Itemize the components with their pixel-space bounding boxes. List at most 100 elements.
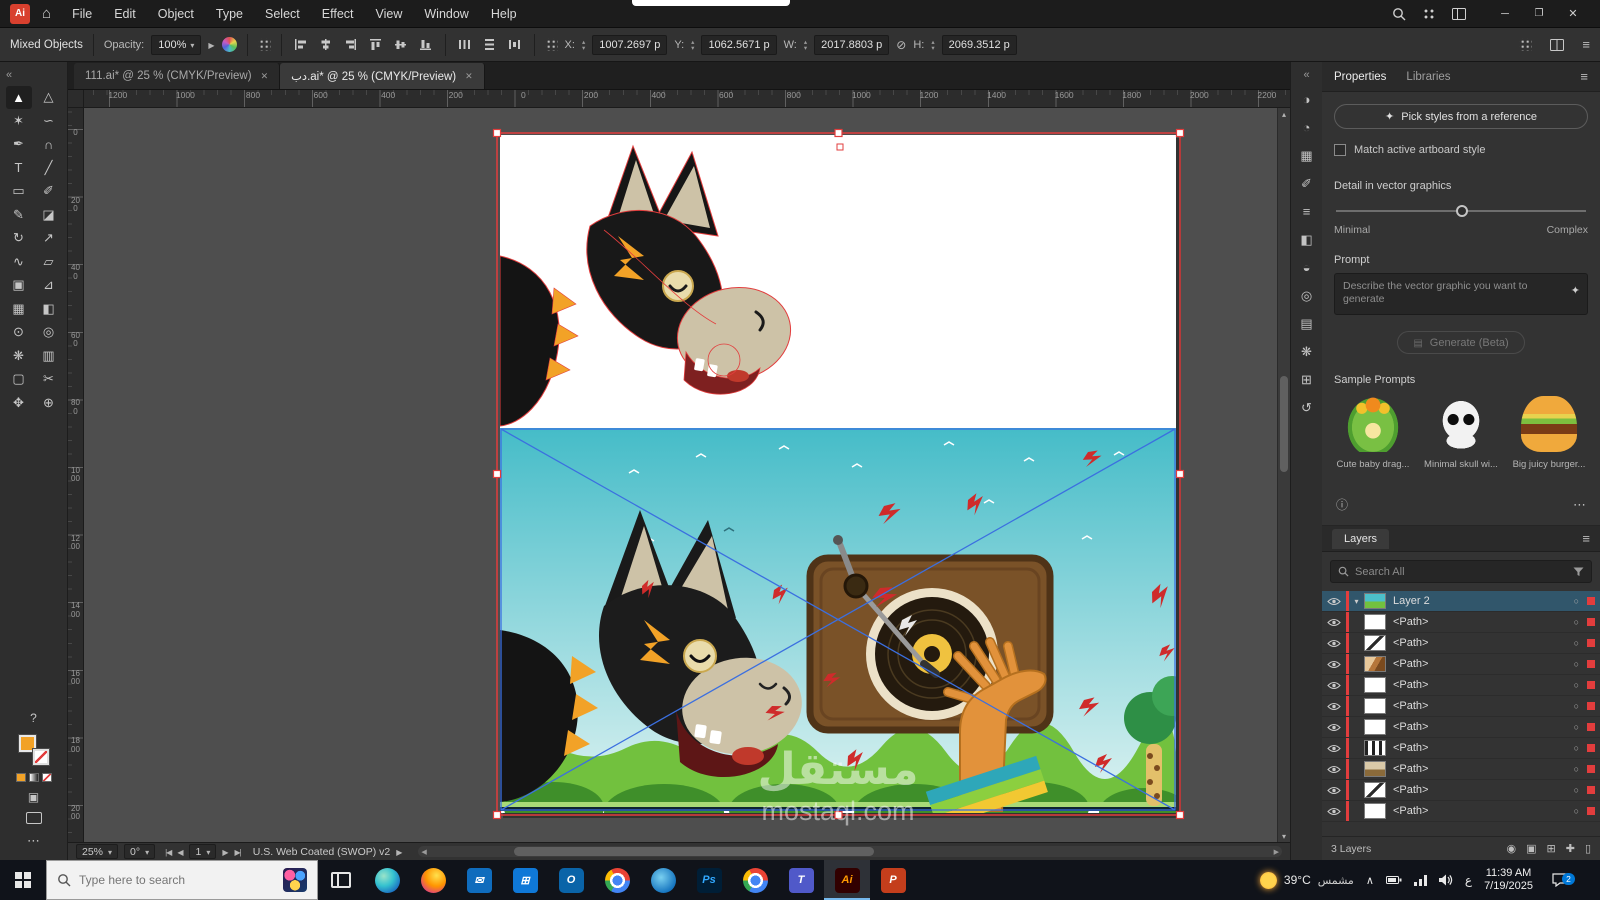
taskbar-task-view[interactable] [318,860,364,900]
layer-label[interactable]: <Path> [1393,742,1574,754]
artboard-tool[interactable]: ▢ [6,368,32,391]
sample-thumbnail[interactable] [1433,396,1489,452]
taskbar-teams[interactable]: T [778,860,824,900]
filter-icon[interactable] [1573,567,1584,577]
target-circle-icon[interactable] [1574,700,1579,712]
taskbar-search[interactable] [46,860,318,900]
magic-wand-tool[interactable]: ✶ [6,110,32,133]
visibility-toggle[interactable] [1322,786,1346,795]
panel-color-guide[interactable]: ◔ [1294,115,1320,140]
info-icon[interactable] [1336,496,1348,513]
target-circle-icon[interactable] [1574,805,1579,817]
panel-history[interactable]: ↺ [1294,395,1320,420]
align-bottom-icon[interactable] [417,35,435,55]
selection-indicator[interactable] [1587,639,1595,647]
new-layer-icon[interactable]: ✚ [1566,842,1575,855]
workspace-switcher-icon[interactable] [1452,7,1466,20]
minimize-button[interactable] [1488,0,1522,28]
taskbar-firefox[interactable] [410,860,456,900]
selection-indicator[interactable] [1587,744,1595,752]
taskbar-edge-2[interactable] [640,860,686,900]
fill-stroke-widget[interactable] [18,735,50,765]
layer-thumbnail[interactable] [1364,698,1386,714]
x-stepper[interactable] [582,39,585,51]
visibility-toggle[interactable] [1322,660,1346,669]
taskbar-photoshop[interactable]: Ps [686,860,732,900]
paintbrush-tool[interactable]: ✐ [36,180,62,203]
delete-layer-icon[interactable]: ▯ [1585,842,1591,855]
detail-slider[interactable] [1334,205,1588,217]
close-tab-icon[interactable] [465,70,473,82]
menu-item[interactable]: View [365,0,414,28]
layers-panel-tab[interactable]: Layers [1332,528,1390,549]
gradient-tool[interactable]: ◧ [36,298,62,321]
scale-tool[interactable]: ↗ [36,227,62,250]
taskbar-chrome-2[interactable] [732,860,778,900]
weather-widget[interactable]: 39°C مشمس [1259,871,1354,889]
target-circle-icon[interactable] [1574,742,1579,754]
zoom-level-field[interactable]: 25% [76,844,119,859]
align-left-icon[interactable] [292,35,310,55]
menu-item[interactable]: Window [413,0,479,28]
rectangle-tool[interactable]: ▭ [6,180,32,203]
tab-properties[interactable]: Properties [1334,62,1386,92]
tray-overflow-icon[interactable] [1366,871,1374,889]
align-center-h-icon[interactable] [317,35,335,55]
y-stepper[interactable] [691,39,694,51]
tab-libraries[interactable]: Libraries [1406,62,1450,92]
visibility-toggle[interactable] [1322,597,1346,606]
help-icon[interactable] [30,709,37,727]
transform-grid-icon[interactable] [1519,38,1533,51]
panel-swatches[interactable]: ▦ [1294,143,1320,168]
first-artboard-icon[interactable] [165,846,171,858]
symbol-sprayer-tool[interactable]: ❋ [6,345,32,368]
taskbar-clock[interactable]: 11:39 AM 7/19/2025 [1484,867,1533,893]
network-icon[interactable] [1413,874,1427,886]
more-options-icon[interactable] [1573,497,1586,513]
layer-thumbnail[interactable] [1364,719,1386,735]
close-button[interactable] [1556,0,1590,28]
eraser-tool[interactable]: ◪ [36,204,62,227]
rotate-tool[interactable]: ↻ [6,227,32,250]
target-circle-icon[interactable] [1574,637,1579,649]
layer-thumbnail[interactable] [1364,740,1386,756]
menu-item[interactable]: Select [254,0,311,28]
horizontal-ruler[interactable]: 1200 1000 800 600 400 200 0 200 400 600 800 1000 120… [84,90,1290,107]
layer-row-path-1[interactable]: <Path> [1322,612,1600,633]
layer-thumbnail[interactable] [1364,635,1386,651]
layer-label[interactable]: <Path> [1393,637,1574,649]
visibility-toggle[interactable] [1322,681,1346,690]
toolbar-overflow-icon[interactable] [27,832,40,850]
target-circle-icon[interactable] [1574,679,1579,691]
taskbar-outlook[interactable]: O [548,860,594,900]
scroll-down-icon[interactable] [1278,830,1290,842]
shape-builder-tool[interactable]: ▣ [6,274,32,297]
restore-button[interactable] [1522,0,1556,28]
layer-row-path-4[interactable]: <Path> [1322,675,1600,696]
none-chip[interactable] [41,773,52,782]
visibility-toggle[interactable] [1322,807,1346,816]
close-tab-icon[interactable] [261,70,269,82]
document-tab-db[interactable]: دب.ai* @ 25 % (CMYK/Preview) [280,63,485,89]
canvas[interactable]: مستقل mostaql.com [84,108,1277,842]
taskbar-illustrator[interactable]: Ai [824,860,870,900]
new-sublayer-icon[interactable]: ⊞ [1547,842,1556,855]
layer-thumbnail[interactable] [1364,677,1386,693]
visibility-toggle[interactable] [1322,618,1346,627]
curvature-tool[interactable]: ∩ [36,133,62,156]
taskbar-store[interactable]: ⊞ [502,860,548,900]
target-circle-icon[interactable] [1574,763,1579,775]
horizontal-scrollbar[interactable]: ◀ ▶ [418,846,1282,857]
width-tool[interactable]: ∿ [6,251,32,274]
scroll-left-icon[interactable]: ◀ [421,846,426,857]
layer-thumbnail[interactable] [1364,656,1386,672]
menu-item[interactable]: File [61,0,103,28]
recolor-artwork-icon[interactable] [221,37,237,52]
opacity-expand-icon[interactable] [208,39,214,51]
selection-indicator[interactable] [1587,618,1595,626]
target-circle-icon[interactable] [1574,595,1579,607]
arrange-icon[interactable] [1548,35,1566,55]
vertical-scroll-thumb[interactable] [1280,376,1288,472]
pen-tool[interactable]: ✒ [6,133,32,156]
layer-row-path-10[interactable]: <Path> [1322,801,1600,822]
